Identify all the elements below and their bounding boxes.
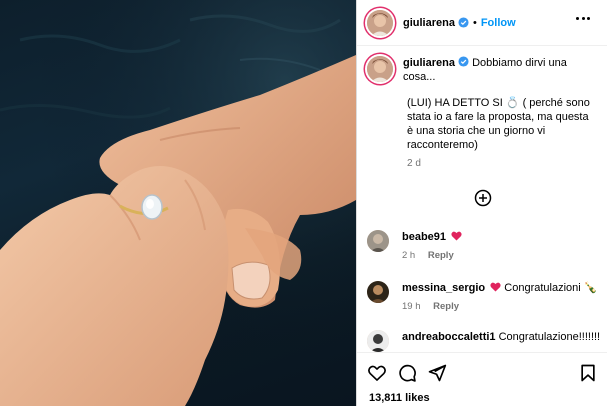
- post-dialog: giuliarena • Follow giuliarena Dobbiamo …: [0, 0, 607, 406]
- commenter-avatar[interactable]: [367, 230, 389, 252]
- verified-badge-icon: [458, 56, 469, 67]
- heart-emoji-icon: [451, 231, 462, 241]
- author-avatar-image: [367, 9, 393, 36]
- follow-button[interactable]: Follow: [481, 17, 516, 29]
- likes-count[interactable]: 13,811 likes: [369, 392, 430, 404]
- comment-time[interactable]: 2 h: [402, 250, 415, 261]
- commenter-avatar-image: [367, 281, 389, 303]
- heart-emoji-icon: [490, 282, 501, 292]
- reply-button[interactable]: Reply: [428, 250, 454, 261]
- comment-time[interactable]: 19 h: [402, 301, 421, 312]
- post-caption: giuliarena Dobbiamo dirvi una cosa... (L…: [367, 56, 597, 169]
- commenter-avatar-image: [367, 230, 389, 252]
- verified-badge-icon: [458, 17, 469, 28]
- separator-dot: •: [472, 16, 477, 29]
- comment-username[interactable]: beabe91: [402, 231, 446, 243]
- bookmark-icon[interactable]: [578, 363, 598, 383]
- comment-text: Congratulazione!!!!!!!: [498, 331, 601, 343]
- more-options-icon[interactable]: [576, 17, 590, 21]
- comment-item: messina_sergio Congratulazioni 🍾 19 h Re…: [367, 281, 597, 312]
- comment-item: andreaboccaletti1 Congratulazione!!!!!!!: [367, 330, 600, 352]
- author-avatar[interactable]: [367, 9, 393, 36]
- hands-ring-illustration: [0, 0, 356, 406]
- post-photo: [0, 0, 356, 406]
- commenter-avatar[interactable]: [367, 330, 389, 352]
- post-header: giuliarena • Follow: [357, 0, 607, 46]
- comment-text: Congratulazioni 🍾: [504, 282, 598, 294]
- caption-username[interactable]: giuliarena: [403, 57, 455, 69]
- commenter-avatar-image: [367, 330, 389, 352]
- comment-username[interactable]: andreaboccaletti1: [402, 331, 496, 343]
- commenter-avatar[interactable]: [367, 281, 389, 303]
- caption-body-text: (LUI) HA DETTO SI 💍 ( perché sono stata …: [407, 97, 590, 151]
- post-action-bar: 13,811 likes: [357, 352, 607, 406]
- author-username[interactable]: giuliarena: [403, 17, 455, 29]
- reply-button[interactable]: Reply: [433, 301, 459, 312]
- caption-avatar[interactable]: [367, 56, 393, 82]
- comment-username[interactable]: messina_sergio: [402, 282, 485, 294]
- comment-icon[interactable]: [397, 363, 417, 383]
- share-icon[interactable]: [427, 363, 447, 383]
- load-more-plus-icon[interactable]: [474, 189, 492, 207]
- comment-item: beabe91 2 h Reply: [367, 230, 464, 261]
- post-side-panel: giuliarena • Follow giuliarena Dobbiamo …: [356, 0, 607, 406]
- caption-timestamp[interactable]: 2 d: [407, 158, 597, 169]
- caption-first-line: giuliarena Dobbiamo dirvi una cosa...: [403, 56, 597, 84]
- caption-avatar-image: [367, 56, 393, 82]
- heart-icon[interactable]: [367, 363, 387, 383]
